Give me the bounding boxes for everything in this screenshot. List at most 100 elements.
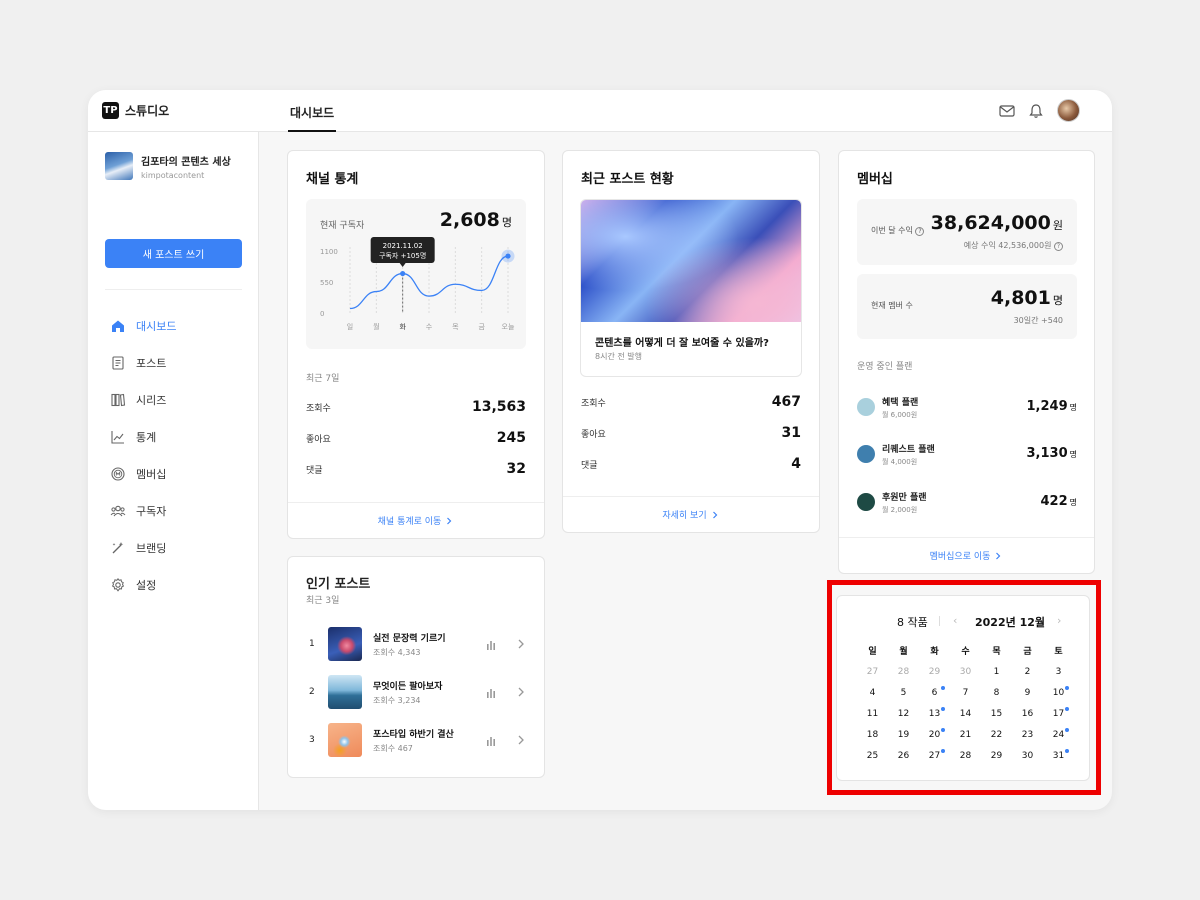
calendar-day[interactable]: 15 <box>981 709 1012 719</box>
chevron-right-icon[interactable] <box>516 685 526 699</box>
views-row: 조회수 13,563 <box>306 399 526 415</box>
calendar-day[interactable]: 1 <box>981 667 1012 677</box>
x-tick-label: 수 <box>426 323 433 331</box>
calendar-day[interactable]: 9 <box>1012 688 1043 698</box>
logo[interactable]: TP 스튜디오 <box>102 102 169 119</box>
x-tick-label: 화 <box>399 323 406 331</box>
popular-post-item[interactable]: 3 포스타입 하반기 결산 조회수 467 <box>306 723 526 759</box>
calendar-day[interactable]: 25 <box>857 751 888 761</box>
work-count: 8 작품 <box>897 616 928 629</box>
prev-month-button[interactable]: ‹ <box>953 614 957 627</box>
calendar-day[interactable]: 4 <box>857 688 888 698</box>
calendar-day[interactable]: 7 <box>950 688 981 698</box>
popular-post-item[interactable]: 1 실전 문장력 기르기 조회수 4,343 <box>306 627 526 663</box>
chevron-right-icon[interactable] <box>516 733 526 747</box>
post-thumbnail <box>328 675 362 709</box>
chevron-right-icon[interactable] <box>516 637 526 651</box>
sidebar-item-label: 구독자 <box>136 504 167 518</box>
stats-icon[interactable] <box>486 688 496 698</box>
sidebar-item-posts[interactable]: 포스트 <box>110 344 176 381</box>
calendar-day[interactable]: 22 <box>981 730 1012 740</box>
help-icon[interactable]: ? <box>915 227 925 236</box>
calendar-day[interactable]: 27 <box>919 748 950 761</box>
calendar-day[interactable]: 16 <box>1012 709 1043 719</box>
stats-icon[interactable] <box>486 640 496 650</box>
calendar-day[interactable]: 28 <box>888 667 919 677</box>
member-count-box: 현재 멤버 수 4,801 명 30일간 +540 <box>857 274 1077 339</box>
new-post-button[interactable]: 새 포스트 쓰기 <box>105 239 242 268</box>
bell-icon[interactable] <box>1029 103 1043 119</box>
sidebar-item-settings[interactable]: 설정 <box>110 566 176 603</box>
calendar-day[interactable]: 17 <box>1043 706 1074 719</box>
calendar-day[interactable]: 18 <box>857 730 888 740</box>
calendar-day[interactable]: 24 <box>1043 727 1074 740</box>
popular-post-item[interactable]: 2 무엇이든 팔아보자 조회수 3,234 <box>306 675 526 711</box>
avatar[interactable] <box>1057 99 1080 122</box>
calendar-day[interactable]: 26 <box>888 751 919 761</box>
weekday-label: 월 <box>899 647 908 657</box>
card-title: 멤버십 <box>857 172 893 187</box>
mail-icon[interactable] <box>999 104 1015 118</box>
card-title: 채널 통계 <box>306 172 359 187</box>
calendar-day[interactable]: 5 <box>888 688 919 698</box>
recent-post-preview[interactable]: 콘텐츠를 어떻게 더 잘 보여줄 수 있을까? 8시간 전 발행 <box>580 199 802 377</box>
subscriber-line-chart: 1100 550 0 일 월 화 수 목 금 오늘 2021.11.02구독자 +105명 <box>320 237 515 331</box>
calendar-day[interactable]: 30 <box>950 667 981 677</box>
post-meta: 8시간 전 발행 <box>595 352 642 361</box>
x-tick-label: 일 <box>347 322 353 331</box>
plan-item[interactable]: 리퀘스트 플랜 월 4,000원 3,130 명 <box>857 439 1077 469</box>
calendar-day[interactable]: 30 <box>1012 751 1043 761</box>
data-point <box>400 270 406 277</box>
tab-dashboard[interactable]: 대시보드 <box>288 90 337 132</box>
sidebar-item-stats[interactable]: 통계 <box>110 418 176 455</box>
recent-post-card: 최근 포스트 현황 콘텐츠를 어떻게 더 잘 보여줄 수 있을까? 8시간 전 … <box>562 150 820 533</box>
sidebar-item-branding[interactable]: 브랜딩 <box>110 529 176 566</box>
calendar-day[interactable]: 29 <box>919 667 950 677</box>
x-tick-label: 목 <box>452 323 459 331</box>
sidebar-item-dashboard[interactable]: 대시보드 <box>110 307 176 344</box>
chevron-right-icon <box>996 552 1001 559</box>
help-icon[interactable]: ? <box>1054 242 1063 251</box>
recent-post-details-link[interactable]: 자세히 보기 <box>563 496 819 532</box>
calendar-day[interactable]: 11 <box>857 709 888 719</box>
calendar-day[interactable]: 12 <box>888 709 919 719</box>
sidebar-item-subscribers[interactable]: 구독자 <box>110 492 176 529</box>
channel-id: kimpotacontent <box>141 170 205 180</box>
x-tick-label: 금 <box>478 323 485 331</box>
calendar-day[interactable]: 29 <box>981 751 1012 761</box>
sidebar-item-label: 브랜딩 <box>136 541 167 555</box>
calendar-day[interactable]: 20 <box>919 727 950 740</box>
calendar-day[interactable]: 6 <box>919 685 950 698</box>
stats-icon[interactable] <box>486 736 496 746</box>
calendar-day[interactable]: 3 <box>1043 667 1074 677</box>
subscriber-chart-box: 현재 구독자 2,608 명 1100 550 0 일 월 화 수 목 금 오늘 2021.11.02… <box>306 199 526 349</box>
weekday-label: 금 <box>1023 647 1032 657</box>
membership-link[interactable]: 멤버십으로 이동 <box>839 537 1094 573</box>
recent-period-label: 최근 7일 <box>306 374 340 384</box>
sidebar-item-label: 멤버십 <box>136 467 167 481</box>
channel-profile[interactable]: 김포타의 콘텐츠 세상 kimpotacontent <box>105 152 231 180</box>
channel-thumbnail <box>105 152 133 180</box>
calendar-day[interactable]: 21 <box>950 730 981 740</box>
calendar-day[interactable]: 31 <box>1043 748 1074 761</box>
sidebar-item-membership[interactable]: 멤버십 <box>110 455 176 492</box>
next-month-button[interactable]: › <box>1057 614 1061 627</box>
monthly-revenue-box: 이번 달 수익 ? 38,624,000 원 예상 수익 42,536,000원 … <box>857 199 1077 265</box>
plan-item[interactable]: 후원만 플랜 월 2,000원 422 명 <box>857 487 1077 517</box>
calendar-week-row: 18 19 20 21 22 23 24 <box>857 724 1074 745</box>
divider <box>105 289 242 290</box>
plan-item[interactable]: 혜택 플랜 월 6,000원 1,249 명 <box>857 392 1077 422</box>
series-icon <box>111 393 126 406</box>
sidebar-item-series[interactable]: 시리즈 <box>110 381 176 418</box>
calendar-day[interactable]: 13 <box>919 706 950 719</box>
calendar-day[interactable]: 8 <box>981 688 1012 698</box>
calendar-day[interactable]: 14 <box>950 709 981 719</box>
calendar-day[interactable]: 28 <box>950 751 981 761</box>
tooltip-text: 구독자 +105명 <box>379 251 426 260</box>
calendar-day[interactable]: 10 <box>1043 685 1074 698</box>
channel-stats-link[interactable]: 채널 통계로 이동 <box>288 502 544 538</box>
calendar-day[interactable]: 27 <box>857 667 888 677</box>
calendar-day[interactable]: 19 <box>888 730 919 740</box>
calendar-day[interactable]: 2 <box>1012 667 1043 677</box>
calendar-day[interactable]: 23 <box>1012 730 1043 740</box>
